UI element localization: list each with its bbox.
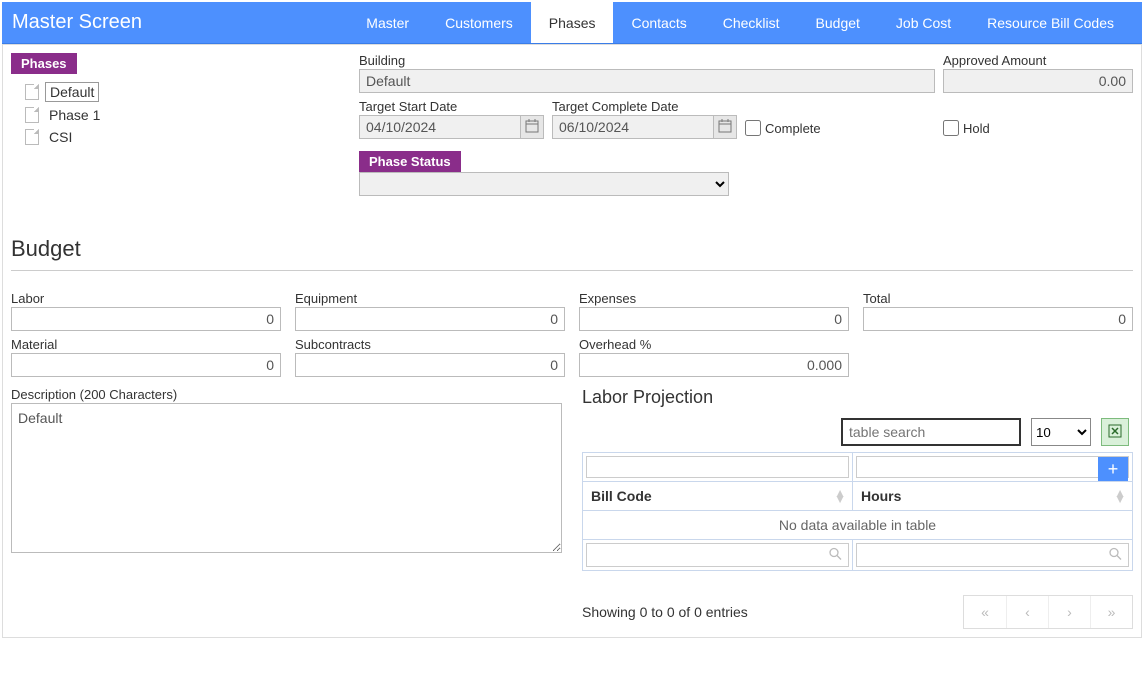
total-input[interactable] xyxy=(863,307,1133,331)
calendar-icon xyxy=(525,119,539,136)
billcode-filter-top[interactable] xyxy=(586,456,849,478)
phase-tree-label: Phase 1 xyxy=(45,106,104,124)
search-icon xyxy=(1108,547,1122,564)
pager-prev-button[interactable]: ‹ xyxy=(1006,596,1048,628)
table-search-input[interactable] xyxy=(841,418,1021,446)
document-icon xyxy=(25,129,39,145)
subcontracts-label: Subcontracts xyxy=(295,337,565,352)
target-complete-input[interactable] xyxy=(552,115,713,139)
material-input[interactable] xyxy=(11,353,281,377)
equipment-input[interactable] xyxy=(295,307,565,331)
phase-tree-item[interactable]: Default xyxy=(25,80,347,104)
phase-form: Building Approved Amount Target Start Da… xyxy=(359,53,1133,196)
target-start-input[interactable] xyxy=(359,115,520,139)
content-area: Phases Default Phase 1 CSI Building Approv… xyxy=(2,44,1142,638)
target-start-calendar-button[interactable] xyxy=(520,115,544,139)
phase-tree-item[interactable]: CSI xyxy=(25,126,347,148)
add-row-button[interactable]: + xyxy=(1098,457,1128,481)
page-title: Master Screen xyxy=(12,11,142,34)
overhead-label: Overhead % xyxy=(579,337,849,352)
target-start-label: Target Start Date xyxy=(359,99,544,114)
complete-label: Complete xyxy=(765,121,821,136)
nav-tab-budget[interactable]: Budget xyxy=(798,2,878,43)
phase-tree-label: Default xyxy=(45,82,99,102)
phases-tree: Default Phase 1 CSI xyxy=(11,74,347,148)
nav-tab-phases[interactable]: Phases xyxy=(531,2,614,43)
billcode-filter-bottom[interactable] xyxy=(586,543,849,567)
labor-projection-table: + Bill Code▲▼ Hours▲▼ No data available … xyxy=(582,452,1133,571)
chevron-right-icon: › xyxy=(1067,604,1072,620)
phases-panel: Phases Default Phase 1 CSI xyxy=(11,53,347,196)
budget-title: Budget xyxy=(11,236,1133,262)
total-label: Total xyxy=(863,291,1133,306)
overhead-input[interactable] xyxy=(579,353,849,377)
excel-icon xyxy=(1108,424,1122,441)
hold-label: Hold xyxy=(963,121,990,136)
labor-projection-panel: Labor Projection 10 xyxy=(572,387,1133,629)
nav-tab-checklist[interactable]: Checklist xyxy=(705,2,798,43)
labor-label: Labor xyxy=(11,291,281,306)
labor-input[interactable] xyxy=(11,307,281,331)
search-icon xyxy=(828,547,842,564)
approved-amount-label: Approved Amount xyxy=(943,53,1133,68)
nav-tab-customers[interactable]: Customers xyxy=(427,2,531,43)
pager-next-button[interactable]: › xyxy=(1048,596,1090,628)
target-complete-label: Target Complete Date xyxy=(552,99,737,114)
col-billcode[interactable]: Bill Code▲▼ xyxy=(583,482,853,511)
equipment-label: Equipment xyxy=(295,291,565,306)
empty-row: No data available in table xyxy=(583,511,1133,540)
top-bar: Master Screen MasterCustomersPhasesConta… xyxy=(2,2,1142,44)
building-input[interactable] xyxy=(359,69,935,93)
nav-tab-job-cost[interactable]: Job Cost xyxy=(878,2,969,43)
hours-filter-top[interactable] xyxy=(856,456,1129,478)
complete-checkbox[interactable] xyxy=(745,120,761,136)
chevron-double-left-icon: « xyxy=(981,604,989,620)
building-label: Building xyxy=(359,53,935,68)
expenses-label: Expenses xyxy=(579,291,849,306)
hold-checkbox[interactable] xyxy=(943,120,959,136)
page-size-select[interactable]: 10 xyxy=(1031,418,1091,446)
col-hours[interactable]: Hours▲▼ xyxy=(852,482,1132,511)
document-icon xyxy=(25,107,39,123)
target-complete-calendar-button[interactable] xyxy=(713,115,737,139)
budget-section: Budget Labor Equipment Expenses Total Ma… xyxy=(11,236,1133,629)
approved-amount-input[interactable] xyxy=(943,69,1133,93)
nav-tab-contacts[interactable]: Contacts xyxy=(613,2,704,43)
expenses-input[interactable] xyxy=(579,307,849,331)
phase-tree-label: CSI xyxy=(45,128,76,146)
export-excel-button[interactable] xyxy=(1101,418,1129,446)
divider xyxy=(11,270,1133,271)
document-icon xyxy=(25,84,39,100)
chevron-double-right-icon: » xyxy=(1108,604,1116,620)
phase-status-select[interactable] xyxy=(359,172,729,196)
pager-last-button[interactable]: » xyxy=(1090,596,1132,628)
nav-tab-master[interactable]: Master xyxy=(348,2,427,43)
nav-tab-resource-bill-codes[interactable]: Resource Bill Codes xyxy=(969,2,1132,43)
description-label: Description (200 Characters) xyxy=(11,387,562,402)
subcontracts-input[interactable] xyxy=(295,353,565,377)
phases-header: Phases xyxy=(11,53,77,74)
paging-info: Showing 0 to 0 of 0 entries xyxy=(582,604,748,620)
calendar-icon xyxy=(718,119,732,136)
hours-filter-bottom[interactable] xyxy=(856,543,1129,567)
nav-tabs: MasterCustomersPhasesContactsChecklistBu… xyxy=(348,2,1132,43)
chevron-left-icon: ‹ xyxy=(1025,604,1030,620)
material-label: Material xyxy=(11,337,281,352)
pager-first-button[interactable]: « xyxy=(964,596,1006,628)
labor-projection-title: Labor Projection xyxy=(582,387,1133,408)
pager: « ‹ › » xyxy=(963,595,1133,629)
description-textarea[interactable] xyxy=(11,403,562,553)
phase-status-header: Phase Status xyxy=(359,151,461,172)
plus-icon: + xyxy=(1108,459,1119,480)
sort-icon: ▲▼ xyxy=(834,490,846,502)
sort-icon: ▲▼ xyxy=(1114,490,1126,502)
phase-tree-item[interactable]: Phase 1 xyxy=(25,104,347,126)
